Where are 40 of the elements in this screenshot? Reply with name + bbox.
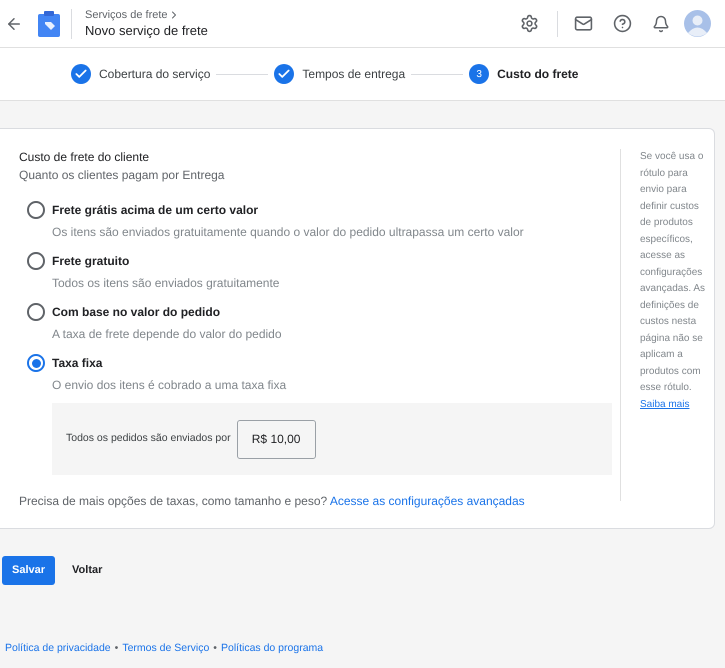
mail-icon[interactable] (574, 14, 593, 33)
option-label: Com base no valor do pedido (52, 304, 220, 321)
step-label[interactable]: Cobertura do serviço (99, 65, 210, 83)
advanced-settings-link[interactable]: Acesse as configurações avançadas (330, 494, 525, 508)
back-text-button[interactable]: Voltar (72, 562, 102, 579)
separator: • (213, 641, 217, 656)
bell-icon[interactable] (652, 14, 670, 32)
footer-link[interactable]: Políticas do programa (220, 641, 324, 657)
step-label[interactable]: Tempos de entrega (302, 65, 406, 83)
option-label: Frete gratuito (52, 253, 130, 270)
help-icon[interactable] (613, 14, 632, 33)
option-label: Frete grátis acima de um certo valor (52, 202, 258, 219)
rate-label: Todos os pedidos são enviados por (66, 431, 231, 446)
footer-link[interactable]: Política de privacidade (5, 641, 111, 657)
section-title: Custo de frete do cliente (19, 149, 150, 165)
step-number: 3 (469, 64, 490, 84)
radio-button[interactable] (27, 303, 45, 321)
footer-link[interactable]: Termos de Serviço (122, 641, 210, 657)
option-description: O envio dos itens é cobrado a uma taxa fixa (52, 377, 288, 394)
settings-icon[interactable] (520, 14, 539, 33)
learn-more-link[interactable]: Saiba mais (640, 398, 690, 410)
advanced-hint: Precisa de mais opções de taxas, como tamanho e peso? (19, 494, 328, 508)
section-subtitle: Quanto os clientes pagam por Entrega (19, 167, 226, 183)
step-label[interactable]: Custo do frete (497, 65, 578, 83)
tag-logo-icon (38, 10, 60, 36)
radio-button[interactable] (27, 252, 45, 270)
option-label: Taxa fixa (52, 355, 102, 372)
option-description: Os itens são enviados gratuitamente quando o valor do pedido ultrapassa um certo valor (52, 224, 525, 241)
radio-button[interactable] (27, 354, 45, 372)
option-description: A taxa de frete depende do valor do pedido (52, 326, 283, 343)
breadcrumb-link[interactable]: Serviços de frete (85, 8, 208, 22)
page-title: Novo serviço de frete (85, 22, 208, 40)
radio-button[interactable] (27, 201, 45, 219)
separator: • (114, 641, 118, 656)
option-description: Todos os itens são enviados gratuitamente (52, 275, 280, 292)
save-button[interactable]: Salvar (2, 556, 56, 585)
check-icon (274, 64, 294, 84)
check-icon (71, 64, 91, 84)
rate-field[interactable]: R$ 10,00 (236, 420, 316, 458)
side-note: Se você usa o rótulo para envio para definir custos de produtos específicos, acesse as configurações avançadas. As definições de custos nesta página não se aplicam a produtos com esse rótulo. (640, 150, 706, 395)
